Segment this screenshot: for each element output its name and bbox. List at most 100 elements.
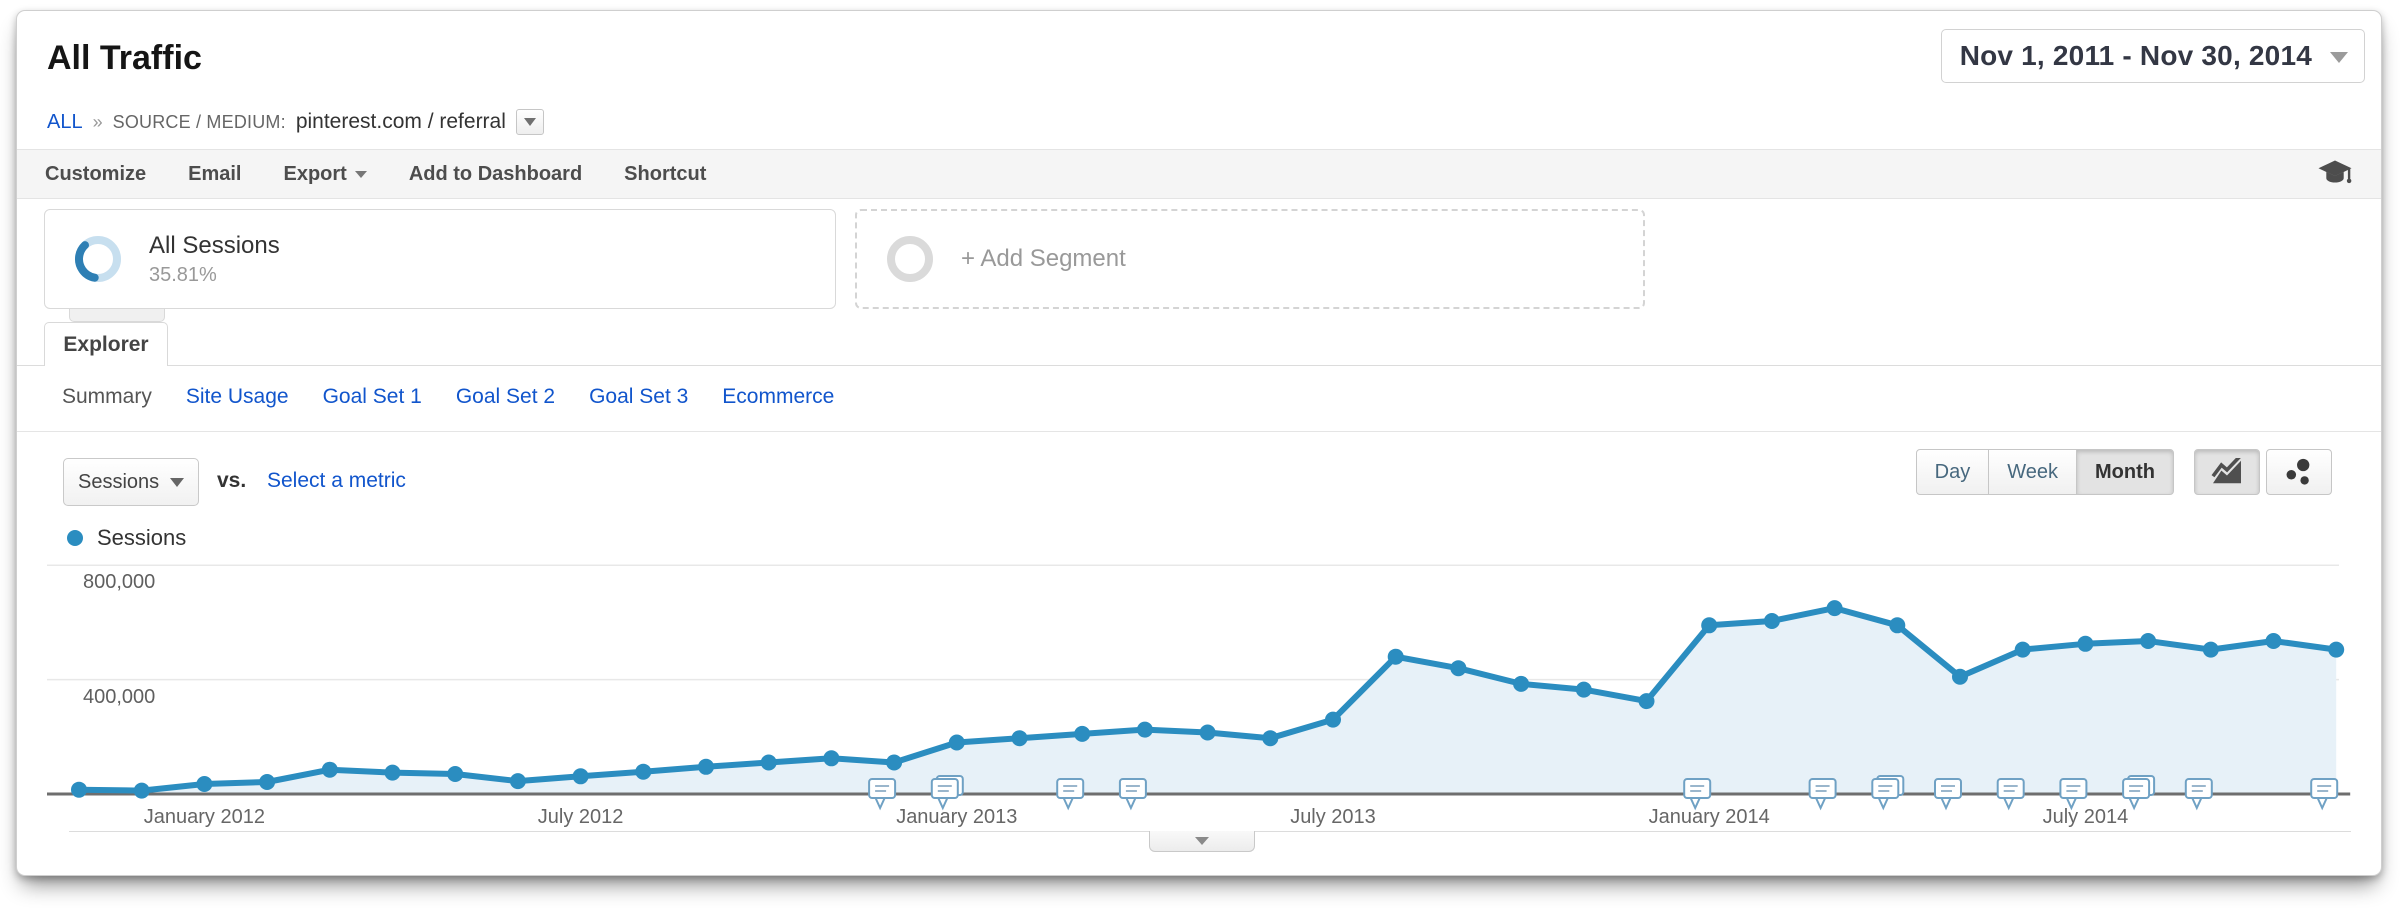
x-axis-label: July 2013 — [1223, 806, 1443, 829]
add-segment-card[interactable]: + Add Segment — [855, 209, 1645, 309]
subtab-goal-set-2[interactable]: Goal Set 2 — [456, 385, 555, 409]
data-point-Jan-2013[interactable] — [949, 735, 965, 751]
subtab-goal-set-1[interactable]: Goal Set 1 — [323, 385, 422, 409]
annotation-marker-Jun-2014[interactable] — [1998, 779, 2024, 808]
add-to-dashboard-button[interactable]: Add to Dashboard — [409, 163, 582, 186]
segment-percent: 35.81% — [149, 264, 280, 287]
report-toolbar: Customize Email Export Add to Dashboard … — [17, 149, 2381, 199]
report-window: All Traffic Nov 1, 2011 - Nov 30, 2014 A… — [16, 10, 2382, 876]
data-point-Apr-2013[interactable] — [1137, 722, 1153, 738]
annotation-marker-Dec-2012[interactable] — [869, 779, 895, 808]
subtab-goal-set-3[interactable]: Goal Set 3 — [589, 385, 688, 409]
y-axis-label: 400,000 — [83, 686, 155, 709]
data-point-Aug-2014[interactable] — [2140, 633, 2156, 649]
data-point-Jun-2014[interactable] — [2015, 642, 2031, 658]
data-point-Sep-2013[interactable] — [1450, 660, 1466, 676]
subtab-summary[interactable]: Summary — [62, 385, 152, 409]
annotation-marker-Apr-2013[interactable] — [1120, 779, 1146, 808]
data-point-Feb-2014[interactable] — [1764, 613, 1780, 629]
vs-label: vs. — [217, 469, 246, 493]
customize-button[interactable]: Customize — [45, 163, 146, 186]
motion-chart-button[interactable] — [2266, 449, 2332, 495]
export-label: Export — [283, 163, 346, 186]
data-point-Jul-2012[interactable] — [573, 768, 589, 784]
report-subtabs: Summary Site Usage Goal Set 1 Goal Set 2… — [62, 385, 834, 409]
data-point-Mar-2013[interactable] — [1074, 726, 1090, 742]
chart-legend: Sessions — [67, 525, 186, 551]
data-point-Jun-2012[interactable] — [510, 773, 526, 789]
tab-explorer[interactable]: Explorer — [44, 322, 168, 366]
y-axis-label: 800,000 — [83, 571, 155, 594]
shortcut-button[interactable]: Shortcut — [624, 163, 706, 186]
granularity-month-button[interactable]: Month — [2076, 449, 2174, 495]
annotation-marker-Nov-2014[interactable] — [2311, 779, 2337, 808]
data-point-May-2012[interactable] — [447, 766, 463, 782]
data-point-Jan-2012[interactable] — [196, 776, 212, 792]
data-point-Dec-2011[interactable] — [134, 783, 150, 799]
series-area-fill — [79, 608, 2336, 794]
subtab-ecommerce[interactable]: Ecommerce — [722, 385, 834, 409]
graduation-cap-icon[interactable] — [2317, 159, 2353, 189]
data-point-Oct-2012[interactable] — [761, 755, 777, 771]
select-metric-link[interactable]: Select a metric — [267, 469, 406, 493]
data-point-May-2014[interactable] — [1952, 669, 1968, 685]
annotation-marker-Jan-2014[interactable] — [1684, 779, 1710, 808]
data-point-Feb-2013[interactable] — [1012, 730, 1028, 746]
data-point-Aug-2012[interactable] — [635, 764, 651, 780]
x-axis-label: January 2012 — [94, 806, 314, 829]
data-point-Feb-2012[interactable] — [259, 774, 275, 790]
data-point-Nov-2011[interactable] — [71, 782, 87, 798]
granularity-week-button[interactable]: Week — [1988, 449, 2077, 495]
annotation-marker-Aug-2014[interactable] — [2123, 776, 2154, 808]
breadcrumb-all-link[interactable]: ALL — [47, 111, 83, 134]
chart-collapse-button[interactable] — [1149, 831, 1255, 852]
annotation-marker-Sep-2014[interactable] — [2186, 779, 2212, 808]
data-point-Sep-2014[interactable] — [2203, 642, 2219, 658]
export-button[interactable]: Export — [283, 163, 366, 186]
data-point-Nov-2012[interactable] — [823, 750, 839, 766]
data-point-Jun-2013[interactable] — [1262, 730, 1278, 746]
segment-card-all-sessions[interactable]: All Sessions 35.81% — [44, 209, 836, 309]
annotation-marker-Mar-2014[interactable] — [1810, 779, 1836, 808]
legend-dot-icon — [67, 530, 83, 546]
data-point-Aug-2013[interactable] — [1388, 649, 1404, 665]
line-chart-button[interactable] — [2194, 449, 2260, 495]
data-point-Apr-2014[interactable] — [1889, 617, 1905, 633]
data-point-Apr-2012[interactable] — [385, 765, 401, 781]
metric-selector[interactable]: Sessions — [63, 458, 199, 506]
data-point-Nov-2014[interactable] — [2328, 642, 2344, 658]
breadcrumb-separator: » — [93, 112, 103, 133]
metric-selector-value: Sessions — [78, 471, 159, 494]
data-point-Mar-2014[interactable] — [1827, 600, 1843, 616]
date-range-value: Nov 1, 2011 - Nov 30, 2014 — [1960, 40, 2312, 72]
data-point-Jul-2014[interactable] — [2077, 636, 2093, 652]
email-button[interactable]: Email — [188, 163, 241, 186]
data-point-Mar-2012[interactable] — [322, 762, 338, 778]
add-segment-circle-icon — [883, 232, 937, 286]
annotation-marker-Jan-2013[interactable] — [932, 776, 963, 808]
annotation-marker-Apr-2014[interactable] — [1872, 776, 1903, 808]
subtab-site-usage[interactable]: Site Usage — [186, 385, 289, 409]
data-point-Nov-2013[interactable] — [1576, 682, 1592, 698]
motion-chart-icon — [2282, 458, 2316, 486]
chevron-down-icon — [355, 171, 367, 178]
data-point-Dec-2013[interactable] — [1639, 693, 1655, 709]
x-axis-label: January 2013 — [847, 806, 1067, 829]
annotation-marker-May-2014[interactable] — [1935, 779, 1961, 808]
breadcrumb-value: pinterest.com / referral — [296, 110, 506, 134]
chart-type-buttons — [2194, 449, 2332, 495]
granularity-day-button[interactable]: Day — [1916, 449, 1990, 495]
data-point-Oct-2013[interactable] — [1513, 676, 1529, 692]
legend-label: Sessions — [97, 525, 186, 551]
annotation-marker-Mar-2013[interactable] — [1057, 779, 1083, 808]
data-point-Oct-2014[interactable] — [2266, 633, 2282, 649]
annotation-marker-Jul-2014[interactable] — [2060, 779, 2086, 808]
data-point-Jan-2014[interactable] — [1701, 617, 1717, 633]
data-point-Jul-2013[interactable] — [1325, 712, 1341, 728]
segment-title: All Sessions — [149, 232, 280, 260]
data-point-Dec-2012[interactable] — [886, 755, 902, 771]
breadcrumb-dropdown-button[interactable] — [516, 109, 544, 135]
data-point-Sep-2012[interactable] — [698, 759, 714, 775]
date-range-selector[interactable]: Nov 1, 2011 - Nov 30, 2014 — [1941, 29, 2365, 83]
data-point-May-2013[interactable] — [1200, 725, 1216, 741]
